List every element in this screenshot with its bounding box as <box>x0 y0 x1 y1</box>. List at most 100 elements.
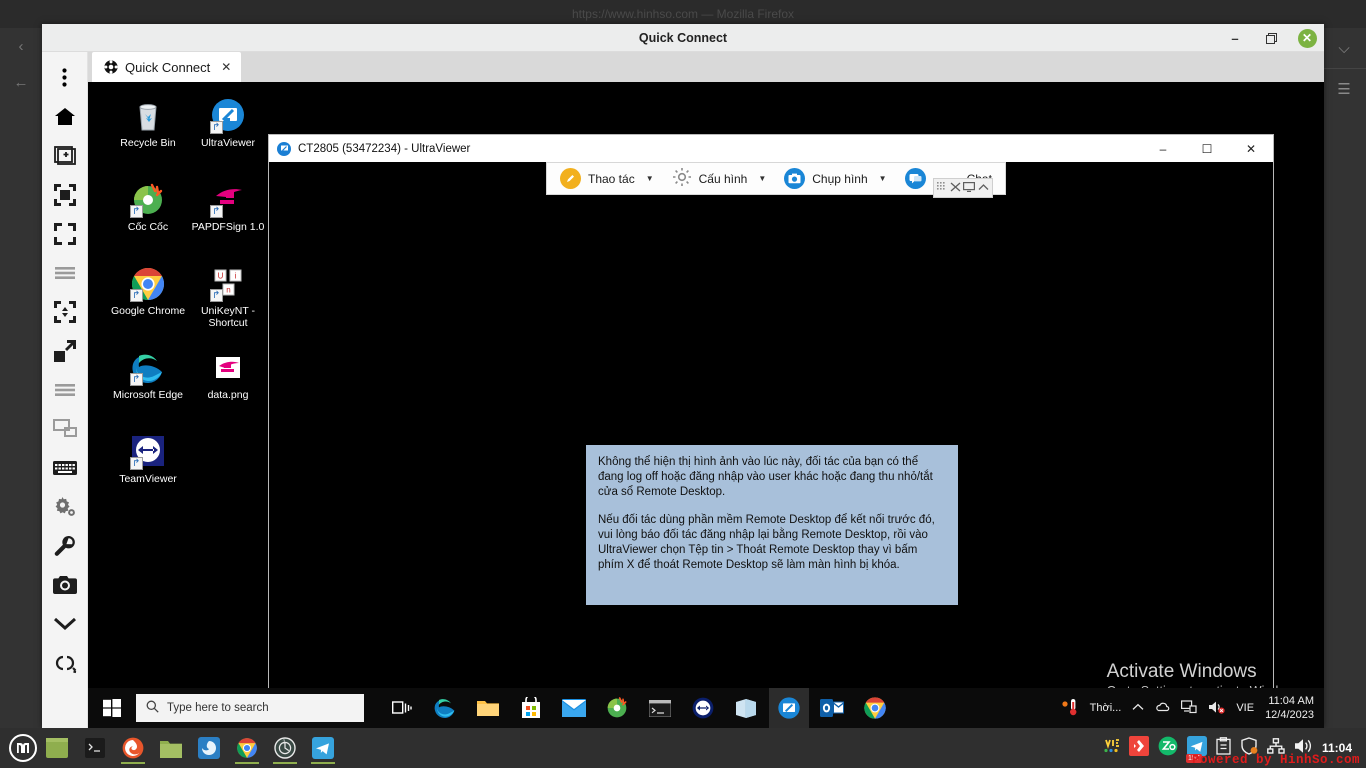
outlook-icon[interactable] <box>812 688 852 728</box>
svg-text:2: 2 <box>283 740 286 746</box>
weather-label[interactable]: Thời... <box>1090 702 1122 714</box>
home-icon[interactable] <box>44 97 86 136</box>
tab-close-icon[interactable]: ✕ <box>221 60 231 74</box>
toolbar-label: Cấu hình <box>698 171 748 186</box>
windows-start-icon[interactable] <box>88 688 136 728</box>
fit-to-screen-icon[interactable] <box>44 175 86 214</box>
chevron-down-icon[interactable]: ⌵ <box>1322 28 1366 68</box>
clock-date: 12/4/2023 <box>1265 709 1314 721</box>
taskbar-clock[interactable]: 11:04 AM 12/4/2023 <box>1265 694 1314 722</box>
toolbar-chup-hinh[interactable]: Chụp hình ▼ <box>775 163 895 194</box>
microsoft-store-icon[interactable] <box>511 688 551 728</box>
search-input[interactable]: Type here to search <box>136 694 364 722</box>
teamviewer-icon[interactable] <box>683 688 723 728</box>
scroll-mode-icon[interactable] <box>44 292 86 331</box>
uv-maximize-button[interactable]: ☐ <box>1185 135 1229 162</box>
list-lines-icon[interactable] <box>44 253 86 292</box>
firefox-left-rail: ‹ ← <box>0 28 42 728</box>
shortcut-overlay-icon <box>130 373 143 386</box>
firefox-icon[interactable] <box>116 731 150 765</box>
coccoc-icon[interactable] <box>597 688 637 728</box>
clock-time: 11:04 AM <box>1268 695 1314 707</box>
back-chevron-icon[interactable]: ‹ <box>0 28 42 64</box>
back-arrow-icon[interactable]: ← <box>0 64 42 100</box>
message-paragraph-1: Không thể hiện thị hình ảnh vào lúc này,… <box>598 456 933 498</box>
zalo-icon[interactable] <box>1158 736 1178 761</box>
files-icon[interactable] <box>154 731 188 765</box>
linux-mint-menu-icon[interactable] <box>6 731 40 765</box>
task-view-icon[interactable] <box>382 688 422 728</box>
anydesk-icon[interactable] <box>1128 735 1149 761</box>
keyboard-icon[interactable] <box>44 448 86 487</box>
new-session-icon[interactable] <box>44 136 86 175</box>
terminal-icon[interactable] <box>78 731 112 765</box>
desktop-icon-google-chrome[interactable]: Google Chrome <box>108 260 188 344</box>
desktop-icon-papdfsign[interactable]: PAPDFSign 1.0 <box>188 176 268 260</box>
fullscreen-icon[interactable] <box>44 331 86 370</box>
speaker-muted-icon[interactable] <box>1208 700 1225 717</box>
desktop-icon-teamviewer[interactable]: TeamViewer <box>108 428 188 512</box>
mail-icon[interactable] <box>554 688 594 728</box>
language-indicator[interactable]: VIE <box>1236 702 1254 714</box>
uv-minimize-button[interactable]: – <box>1141 135 1185 162</box>
ultraviewer-icon[interactable] <box>769 688 809 728</box>
desktop-icon-unikeynt[interactable]: Uin UniKeyNT - Shortcut <box>188 260 268 344</box>
tools-wrench-icon[interactable] <box>44 526 86 565</box>
shuffle-icon[interactable] <box>950 182 961 195</box>
network-monitor-icon[interactable] <box>1181 699 1197 717</box>
telegram-icon[interactable] <box>306 731 340 765</box>
gear-icon <box>672 167 692 190</box>
screen-root: https://www.hinhso.com — Mozilla Firefox… <box>0 0 1366 768</box>
window-titlebar: Quick Connect – ✕ <box>42 24 1324 52</box>
input-method-icon[interactable] <box>1102 737 1120 760</box>
viewer-app-icon[interactable]: 2 <box>268 731 302 765</box>
chain-link-icon[interactable] <box>44 643 86 682</box>
more-options-icon[interactable] <box>44 58 86 97</box>
gimp-icon[interactable] <box>192 731 226 765</box>
chevron-up-icon[interactable] <box>978 183 989 194</box>
toolbar-cau-hinh[interactable]: Cấu hình ▼ <box>663 163 776 194</box>
toolbar-thao-tac[interactable]: Thao tác ▼ <box>551 163 663 194</box>
chevron-up-icon[interactable] <box>1132 702 1144 714</box>
chrome-icon[interactable] <box>230 731 264 765</box>
camera-circle-icon <box>784 168 806 189</box>
thermometer-icon[interactable] <box>1062 698 1079 719</box>
svg-text:U: U <box>218 272 224 281</box>
file-explorer-icon[interactable] <box>468 688 508 728</box>
ultraviewer-window: CT2805 (53472234) - UltraViewer – ☐ ✕ Th… <box>268 134 1274 711</box>
minimize-button[interactable]: – <box>1224 27 1246 49</box>
chevron-down-icon[interactable]: ▼ <box>879 174 887 183</box>
monitor-icon[interactable] <box>963 181 976 195</box>
multi-monitor-icon[interactable] <box>44 409 86 448</box>
grid-dots-icon[interactable] <box>937 181 947 195</box>
microsoft-edge-icon[interactable] <box>425 688 465 728</box>
desktop-icon-recycle-bin[interactable]: Recycle Bin <box>108 92 188 176</box>
uv-close-button[interactable]: ✕ <box>1229 135 1273 162</box>
viewer-tool-rail <box>42 52 88 728</box>
list-lines2-icon[interactable] <box>44 370 86 409</box>
desktop-icon-ultraviewer[interactable]: UltraViewer <box>188 92 268 176</box>
maximize-button[interactable] <box>1260 27 1282 49</box>
windows-taskbar: Type here to search Thời... VIE 11:04 AM… <box>88 688 1324 728</box>
remote-desktop-canvas[interactable]: Recycle Bin UltraViewer <box>88 82 1324 728</box>
actual-size-icon[interactable] <box>44 214 86 253</box>
tab-quick-connect[interactable]: Quick Connect ✕ <box>92 52 242 82</box>
desktop-icon-coccoc[interactable]: Cốc Cốc <box>108 176 188 260</box>
chrome-icon[interactable] <box>855 688 895 728</box>
hamburger-menu-icon[interactable]: ☰ <box>1322 69 1366 109</box>
command-prompt-icon[interactable] <box>640 688 680 728</box>
chevron-down-icon[interactable]: ▼ <box>646 174 654 183</box>
camera-icon[interactable] <box>44 565 86 604</box>
desktop-icon-data-png[interactable]: data.png <box>188 344 268 428</box>
desktop-icon-microsoft-edge[interactable]: Microsoft Edge <box>108 344 188 428</box>
chevron-down-icon[interactable] <box>44 604 86 643</box>
chevron-down-icon[interactable]: ▼ <box>758 174 766 183</box>
show-desktop-icon[interactable] <box>40 731 74 765</box>
svg-text:i: i <box>235 272 237 281</box>
onedrive-icon[interactable] <box>1155 700 1170 717</box>
ultraviewer-remote-canvas: Thao tác ▼ Cấu hình ▼ Chụp hình ▼ Không … <box>269 162 1273 710</box>
close-button[interactable]: ✕ <box>1296 27 1318 49</box>
settings-gear-icon[interactable] <box>44 487 86 526</box>
sticky-notes-icon[interactable] <box>726 688 766 728</box>
remote-status-message: Không thể hiện thị hình ảnh vào lúc này,… <box>585 444 959 606</box>
